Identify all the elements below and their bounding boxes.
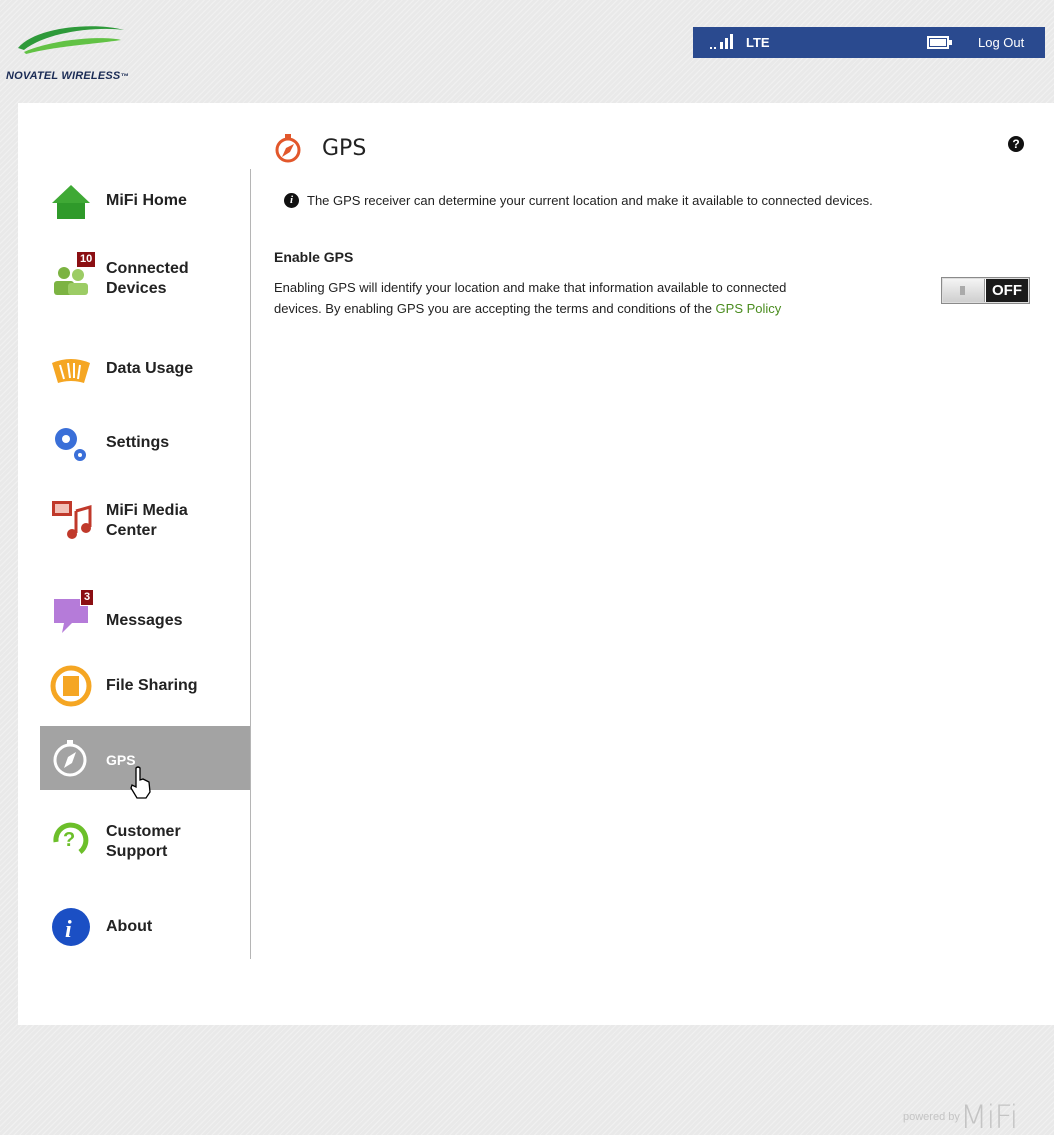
enable-gps-description: Enabling GPS will identify your location… <box>274 280 787 316</box>
toggle-knob <box>943 279 985 302</box>
status-bar: LTE Log Out <box>693 27 1045 58</box>
messages-badge: 3 <box>80 589 95 606</box>
sidebar-divider <box>250 169 251 959</box>
svg-text:i: i <box>65 917 72 943</box>
sidebar-item-customer-support[interactable]: ? Customer Support <box>40 806 250 870</box>
gps-icon <box>53 740 87 777</box>
sidebar-item-file-sharing[interactable]: File Sharing <box>40 654 250 718</box>
sidebar-item-messages[interactable]: 3 Messages <box>40 581 250 645</box>
main-panel: MiFi Home 10 Connected Devices Data Usage <box>18 103 1054 1025</box>
data-usage-icon <box>52 359 90 383</box>
sidebar-item-gps[interactable]: GPS <box>40 726 250 799</box>
about-icon: i <box>52 908 90 946</box>
network-type: LTE <box>746 35 770 50</box>
enable-gps-toggle[interactable]: OFF <box>941 277 1030 304</box>
header: NOVATEL WIRELESS™ LTE Log Out <box>0 0 1054 103</box>
sidebar-item-mifi-home[interactable]: MiFi Home <box>40 169 250 233</box>
svg-text:?: ? <box>63 829 75 851</box>
battery-icon <box>927 36 952 49</box>
info-icon: i <box>284 193 299 208</box>
sidebar-item-settings[interactable]: Settings <box>40 411 250 475</box>
sidebar-item-data-usage[interactable]: Data Usage <box>40 337 250 401</box>
sidebar-item-mifi-media-center[interactable]: MiFi Media Center <box>40 487 250 551</box>
gps-policy-link[interactable]: GPS Policy <box>716 301 782 316</box>
logo-swoosh-icon <box>18 26 124 54</box>
powered-by-mifi: powered byMiFi <box>903 1098 1018 1135</box>
media-center-icon <box>52 501 92 539</box>
novatel-logo: NOVATEL WIRELESS™ <box>6 20 146 82</box>
connected-devices-badge: 10 <box>76 251 97 268</box>
customer-support-icon: ? <box>53 822 89 854</box>
logout-button[interactable]: Log Out <box>978 35 1024 50</box>
page-title: GPS <box>322 136 367 161</box>
file-sharing-icon <box>50 665 92 707</box>
toggle-state-label: OFF <box>986 279 1028 302</box>
sidebar-item-connected-devices[interactable]: 10 Connected Devices <box>40 245 250 309</box>
info-message: i The GPS receiver can determine your cu… <box>284 193 873 208</box>
gps-title-icon <box>275 134 301 163</box>
enable-gps-title: Enable GPS <box>274 249 354 265</box>
settings-icon <box>55 428 86 461</box>
sidebar-item-about[interactable]: i About <box>40 895 250 959</box>
home-icon <box>52 185 90 219</box>
help-icon[interactable]: ? <box>1008 136 1024 152</box>
signal-strength-icon <box>710 34 733 49</box>
hand-cursor-icon <box>130 766 151 799</box>
